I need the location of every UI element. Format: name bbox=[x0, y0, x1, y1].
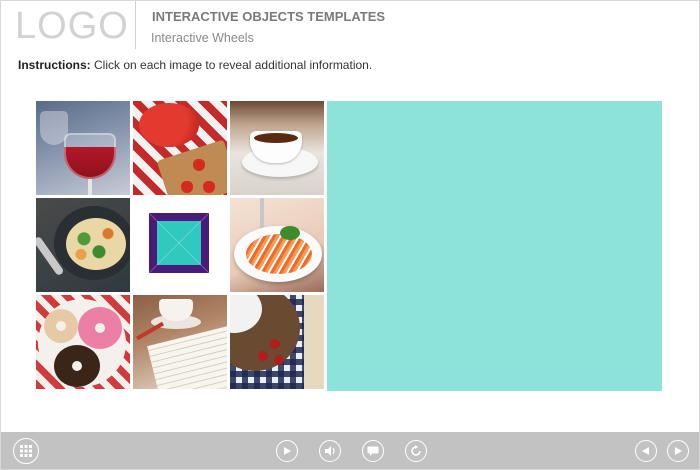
wine-glass-stem bbox=[88, 179, 92, 195]
pasta-food bbox=[66, 218, 126, 270]
tile-pasta[interactable] bbox=[36, 198, 130, 292]
replay-icon[interactable] bbox=[405, 440, 427, 462]
tile-book[interactable] bbox=[133, 295, 227, 389]
square-icon-diagonals bbox=[149, 213, 209, 273]
course-subtitle: Interactive Wheels bbox=[151, 31, 254, 45]
tile-salad[interactable] bbox=[230, 198, 324, 292]
instructions-label: Instructions: bbox=[18, 58, 91, 72]
berry bbox=[274, 355, 284, 365]
tile-donuts[interactable] bbox=[36, 295, 130, 389]
header-divider bbox=[135, 1, 136, 49]
image-grid bbox=[36, 101, 324, 389]
menu-grid-icon[interactable] bbox=[13, 438, 39, 464]
tile-wine[interactable] bbox=[36, 101, 130, 195]
greens bbox=[280, 226, 300, 240]
strawberry bbox=[193, 159, 205, 171]
strawberries-image bbox=[139, 103, 199, 147]
instructions-text: Click on each image to reveal additional… bbox=[94, 58, 373, 72]
strawberry bbox=[203, 181, 215, 193]
salad bbox=[246, 234, 312, 274]
caption-icon[interactable] bbox=[362, 440, 384, 462]
book-pages bbox=[147, 325, 227, 389]
player-controls bbox=[1, 432, 699, 469]
play-icon[interactable] bbox=[276, 440, 298, 462]
instructions: Instructions: Click on each image to rev… bbox=[18, 58, 372, 72]
berry bbox=[258, 351, 268, 361]
donut bbox=[78, 307, 122, 349]
berry bbox=[270, 339, 280, 349]
tile-center-icon[interactable] bbox=[133, 198, 227, 292]
course-frame: LOGO INTERACTIVE OBJECTS TEMPLATES Inter… bbox=[0, 0, 700, 470]
wine-glass-image bbox=[64, 133, 116, 179]
audio-icon[interactable] bbox=[319, 440, 341, 462]
reveal-panel bbox=[327, 101, 662, 391]
donut bbox=[44, 309, 78, 343]
coffee bbox=[254, 133, 298, 143]
donut bbox=[54, 345, 100, 387]
book-coffee-image bbox=[159, 299, 193, 321]
course-title: INTERACTIVE OBJECTS TEMPLATES bbox=[152, 9, 386, 24]
tile-placemat[interactable] bbox=[230, 295, 324, 389]
previous-icon[interactable] bbox=[635, 440, 657, 462]
pen bbox=[136, 321, 164, 341]
tile-coffee[interactable] bbox=[230, 101, 324, 195]
strawberry bbox=[181, 181, 193, 193]
nuts bbox=[304, 295, 324, 389]
next-icon[interactable] bbox=[667, 440, 689, 462]
tile-strawberries[interactable] bbox=[133, 101, 227, 195]
logo: LOGO bbox=[15, 5, 129, 47]
